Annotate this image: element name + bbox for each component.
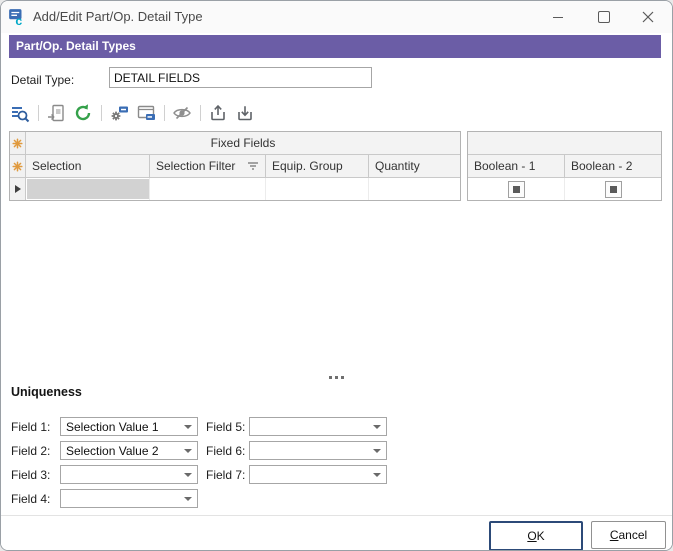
field-4-dropdown[interactable] xyxy=(60,489,198,508)
minimize-icon xyxy=(553,17,563,18)
uniqueness-title: Uniqueness xyxy=(11,385,82,399)
column-header-selection[interactable]: Selection xyxy=(26,155,150,178)
toolbar xyxy=(9,100,261,126)
toolbar-separator xyxy=(38,105,39,121)
refresh-icon[interactable] xyxy=(72,102,94,124)
close-button[interactable] xyxy=(625,1,670,33)
row-indicator-cell xyxy=(10,178,26,200)
ok-button[interactable]: OK xyxy=(489,521,583,551)
upload-icon[interactable] xyxy=(207,102,229,124)
window-title: Add/Edit Part/Op. Detail Type xyxy=(33,9,203,24)
boolean-2-checkbox[interactable] xyxy=(605,181,622,198)
filter-icon[interactable] xyxy=(247,161,259,171)
current-row-arrow-icon xyxy=(15,185,21,193)
column-header-boolean-2[interactable]: Boolean - 2 xyxy=(565,155,661,178)
new-row-indicator-icon xyxy=(12,138,23,149)
indicator-header-cell xyxy=(10,132,26,155)
field-7-label: Field 7: xyxy=(206,468,245,482)
field-7-dropdown[interactable] xyxy=(249,465,387,484)
chevron-down-icon xyxy=(373,473,381,477)
field-3-label: Field 3: xyxy=(11,468,50,482)
chevron-down-icon xyxy=(184,497,192,501)
cell-equip-group[interactable] xyxy=(266,178,369,200)
boolean-1-checkbox[interactable] xyxy=(508,181,525,198)
export-document-icon[interactable] xyxy=(45,102,67,124)
field-5-dropdown[interactable] xyxy=(249,417,387,436)
detail-fields-grid: Fixed Fields Selection Selection Filter … xyxy=(9,131,664,202)
splitter-dot xyxy=(335,376,338,379)
layout-panel-icon[interactable] xyxy=(135,102,157,124)
maximize-icon xyxy=(598,11,610,23)
splitter-handle[interactable] xyxy=(329,376,344,379)
chevron-down-icon xyxy=(184,425,192,429)
cell-boolean-1[interactable] xyxy=(468,178,565,200)
boolean-fields-group: Boolean - 1 Boolean - 2 xyxy=(467,131,662,201)
hide-preview-icon[interactable] xyxy=(171,102,193,124)
cell-selection-filter[interactable] xyxy=(150,178,266,200)
new-row-indicator-icon xyxy=(12,161,23,172)
fixed-fields-group: Fixed Fields Selection Selection Filter … xyxy=(9,131,461,201)
chevron-down-icon xyxy=(184,449,192,453)
chevron-down-icon xyxy=(373,449,381,453)
toolbar-separator xyxy=(164,105,165,121)
splitter-dot xyxy=(329,376,332,379)
detail-type-label: Detail Type: xyxy=(11,73,74,87)
group-header-boolean xyxy=(468,132,661,155)
cell-quantity[interactable] xyxy=(369,178,460,200)
cancel-button[interactable]: Cancel xyxy=(591,521,666,549)
toolbar-separator xyxy=(200,105,201,121)
field-6-dropdown[interactable] xyxy=(249,441,387,460)
process-settings-icon[interactable] xyxy=(108,102,130,124)
close-icon xyxy=(642,11,654,23)
maximize-button[interactable] xyxy=(581,1,626,33)
app-icon: c xyxy=(8,8,26,26)
field-1-label: Field 1: xyxy=(11,420,50,434)
cell-boolean-2[interactable] xyxy=(565,178,661,200)
indeterminate-mark xyxy=(610,186,617,193)
indicator-header-cell xyxy=(10,155,26,178)
find-records-icon[interactable] xyxy=(9,102,31,124)
field-3-dropdown[interactable] xyxy=(60,465,198,484)
titlebar[interactable]: c Add/Edit Part/Op. Detail Type xyxy=(1,1,672,33)
field-6-label: Field 6: xyxy=(206,444,245,458)
field-1-dropdown[interactable]: Selection Value 1 xyxy=(60,417,198,436)
column-header-equip-group[interactable]: Equip. Group xyxy=(266,155,369,178)
field-5-label: Field 5: xyxy=(206,420,245,434)
field-2-dropdown[interactable]: Selection Value 2 xyxy=(60,441,198,460)
column-header-quantity[interactable]: Quantity xyxy=(369,155,460,178)
splitter-dot xyxy=(341,376,344,379)
svg-text:c: c xyxy=(15,14,22,26)
field-4-label: Field 4: xyxy=(11,492,50,506)
dialog-window: c Add/Edit Part/Op. Detail Type Part/Op.… xyxy=(0,0,673,551)
selected-cell-highlight xyxy=(27,179,149,199)
indeterminate-mark xyxy=(513,186,520,193)
group-header-fixed-fields: Fixed Fields xyxy=(26,132,460,155)
column-header-selection-filter[interactable]: Selection Filter xyxy=(150,155,266,178)
download-icon[interactable] xyxy=(234,102,256,124)
chevron-down-icon xyxy=(184,473,192,477)
minimize-button[interactable] xyxy=(535,1,580,33)
column-header-boolean-1[interactable]: Boolean - 1 xyxy=(468,155,565,178)
detail-type-input[interactable] xyxy=(109,67,372,88)
cell-selection[interactable] xyxy=(26,178,150,200)
section-banner: Part/Op. Detail Types xyxy=(9,35,661,58)
chevron-down-icon xyxy=(373,425,381,429)
field-2-label: Field 2: xyxy=(11,444,50,458)
toolbar-separator xyxy=(101,105,102,121)
